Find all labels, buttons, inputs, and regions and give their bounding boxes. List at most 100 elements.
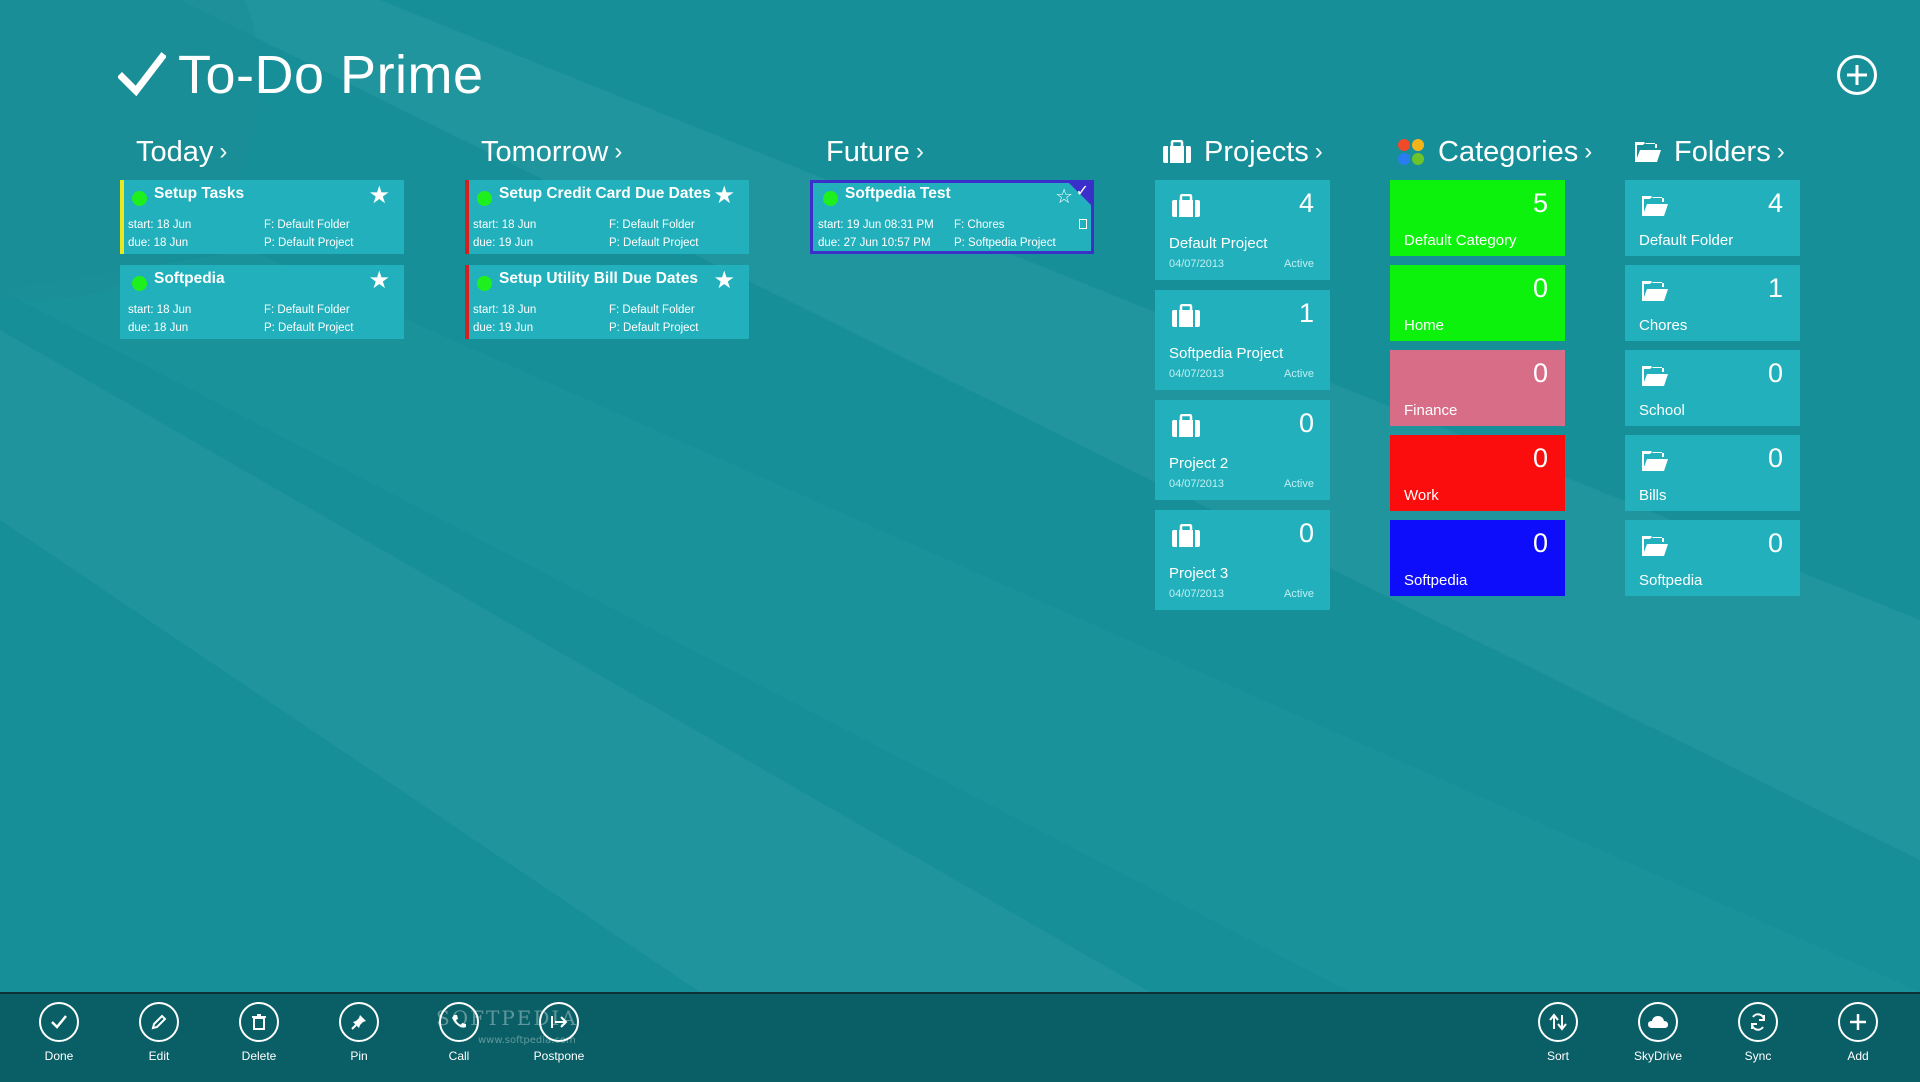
app-title: To-Do Prime bbox=[118, 40, 484, 110]
folder-tile[interactable]: 4 Default Folder bbox=[1625, 180, 1800, 256]
briefcase-icon bbox=[1171, 193, 1201, 222]
star-icon[interactable]: ★ bbox=[713, 267, 735, 293]
section-header-folders[interactable]: Folders › bbox=[1634, 132, 1785, 172]
task-card[interactable]: Setup Tasks ★ start: 18 Jun due: 18 Jun F… bbox=[120, 180, 404, 254]
project-count: 1 bbox=[1298, 298, 1314, 328]
project-date: 04/07/2013 bbox=[1169, 478, 1225, 490]
chevron-right-icon: › bbox=[1314, 138, 1323, 165]
category-count: 0 bbox=[1532, 443, 1548, 473]
project-tile[interactable]: 1 Softpedia Project 04/07/2013 Active bbox=[1155, 290, 1330, 390]
section-header-future[interactable]: Future › bbox=[826, 132, 924, 172]
chevron-right-icon: › bbox=[1584, 138, 1593, 165]
category-tile[interactable]: 5 Default Category bbox=[1390, 180, 1565, 256]
task-project: P: Default Project bbox=[264, 322, 354, 334]
project-tile[interactable]: 0 Project 3 04/07/2013 Active bbox=[1155, 510, 1330, 610]
sort-button[interactable]: Sort bbox=[1508, 1002, 1608, 1063]
folder-tile[interactable]: 0 Bills bbox=[1625, 435, 1800, 511]
briefcase-icon bbox=[1171, 413, 1201, 442]
task-card[interactable]: Softpedia ★ start: 18 Jun due: 18 Jun F: … bbox=[120, 265, 404, 339]
project-name: Project 3 bbox=[1169, 565, 1229, 582]
sync-button[interactable]: Sync bbox=[1708, 1002, 1808, 1063]
star-icon[interactable]: ★ bbox=[368, 267, 390, 293]
task-title: Softpedia Test bbox=[845, 185, 951, 202]
folder-tile[interactable]: 0 Softpedia bbox=[1625, 520, 1800, 596]
folder-name: Chores bbox=[1639, 317, 1688, 334]
task-card-selected[interactable]: Softpedia Test ☆ ✓ start: 19 Jun 08:31 P… bbox=[810, 180, 1094, 254]
star-icon[interactable]: ★ bbox=[713, 182, 735, 208]
project-date: 04/07/2013 bbox=[1169, 368, 1225, 380]
priority-stripe bbox=[465, 180, 469, 254]
category-name: Work bbox=[1404, 487, 1439, 504]
project-count: 0 bbox=[1298, 408, 1314, 438]
folder-icon bbox=[1641, 280, 1669, 306]
pin-icon bbox=[339, 1002, 379, 1042]
category-tile[interactable]: 0 Home bbox=[1390, 265, 1565, 341]
task-title: Setup Tasks bbox=[154, 185, 245, 202]
section-header-today[interactable]: Today › bbox=[136, 132, 227, 172]
task-title: Setup Utility Bill Due Dates bbox=[499, 270, 698, 287]
category-count: 5 bbox=[1532, 188, 1548, 218]
project-count: 0 bbox=[1298, 518, 1314, 548]
categories-icon bbox=[1396, 137, 1426, 167]
task-start: start: 18 Jun bbox=[128, 304, 192, 316]
pin-button[interactable]: Pin bbox=[309, 1002, 409, 1063]
briefcase-icon bbox=[1171, 523, 1201, 552]
category-name: Default Category bbox=[1404, 232, 1517, 249]
check-icon bbox=[39, 1002, 79, 1042]
checkmark-icon bbox=[118, 52, 166, 97]
task-due: due: 18 Jun bbox=[128, 322, 189, 334]
selected-check-icon: ✓ bbox=[1075, 181, 1089, 200]
project-name: Softpedia Project bbox=[1169, 345, 1284, 362]
folder-tile[interactable]: 0 School bbox=[1625, 350, 1800, 426]
chevron-right-icon: › bbox=[915, 138, 924, 165]
project-tile[interactable]: 0 Project 2 04/07/2013 Active bbox=[1155, 400, 1330, 500]
task-title: Softpedia bbox=[154, 270, 225, 287]
project-tile[interactable]: 4 Default Project 04/07/2013 Active bbox=[1155, 180, 1330, 280]
folder-name: Bills bbox=[1639, 487, 1667, 504]
watermark: SOFTPEDIA bbox=[436, 1006, 578, 1030]
chevron-right-icon: › bbox=[219, 138, 228, 165]
task-start: start: 19 Jun 08:31 PM bbox=[818, 219, 934, 231]
category-count: 0 bbox=[1532, 528, 1548, 558]
task-start: start: 18 Jun bbox=[473, 304, 537, 316]
folder-count: 0 bbox=[1767, 528, 1783, 558]
skydrive-button[interactable]: SkyDrive bbox=[1608, 1002, 1708, 1063]
watermark-url: www.softpedia.com bbox=[478, 1035, 576, 1046]
task-project: P: Default Project bbox=[609, 322, 699, 334]
section-header-tomorrow[interactable]: Tomorrow › bbox=[481, 132, 622, 172]
folder-tile[interactable]: 1 Chores bbox=[1625, 265, 1800, 341]
task-card[interactable]: Setup Credit Card Due Dates ★ start: 18 … bbox=[465, 180, 749, 254]
task-folder: F: Default Folder bbox=[264, 219, 350, 231]
task-card[interactable]: Setup Utility Bill Due Dates ★ start: 18… bbox=[465, 265, 749, 339]
section-header-projects[interactable]: Projects › bbox=[1162, 132, 1323, 172]
delete-button[interactable]: Delete bbox=[209, 1002, 309, 1063]
briefcase-icon bbox=[1171, 303, 1201, 332]
folder-icon bbox=[1641, 450, 1669, 476]
task-project: P: Default Project bbox=[609, 237, 699, 249]
app-bar: Done Edit Delete Pin Call Postpone Sort … bbox=[0, 992, 1920, 1082]
done-button[interactable]: Done bbox=[9, 1002, 109, 1063]
section-header-categories[interactable]: Categories › bbox=[1396, 132, 1592, 172]
app-title-text: To-Do Prime bbox=[178, 45, 484, 105]
add-icon[interactable] bbox=[1837, 55, 1877, 95]
category-count: 0 bbox=[1532, 358, 1548, 388]
add-button[interactable]: Add bbox=[1808, 1002, 1908, 1063]
star-icon[interactable]: ★ bbox=[368, 182, 390, 208]
category-tile[interactable]: 0 Work bbox=[1390, 435, 1565, 511]
cloud-icon bbox=[1638, 1002, 1678, 1042]
folder-name: Default Folder bbox=[1639, 232, 1734, 249]
note-icon bbox=[1079, 219, 1087, 229]
folder-icon bbox=[1634, 141, 1662, 163]
category-tile[interactable]: 0 Finance bbox=[1390, 350, 1565, 426]
folder-icon bbox=[1641, 535, 1669, 561]
task-due: due: 19 Jun bbox=[473, 322, 534, 334]
folder-icon bbox=[1641, 365, 1669, 391]
task-due: due: 18 Jun bbox=[128, 237, 189, 249]
edit-button[interactable]: Edit bbox=[109, 1002, 209, 1063]
project-date: 04/07/2013 bbox=[1169, 588, 1225, 600]
project-name: Project 2 bbox=[1169, 455, 1229, 472]
category-tile[interactable]: 0 Softpedia bbox=[1390, 520, 1565, 596]
status-dot-icon bbox=[132, 191, 147, 206]
trash-icon bbox=[239, 1002, 279, 1042]
task-project: P: Default Project bbox=[264, 237, 354, 249]
